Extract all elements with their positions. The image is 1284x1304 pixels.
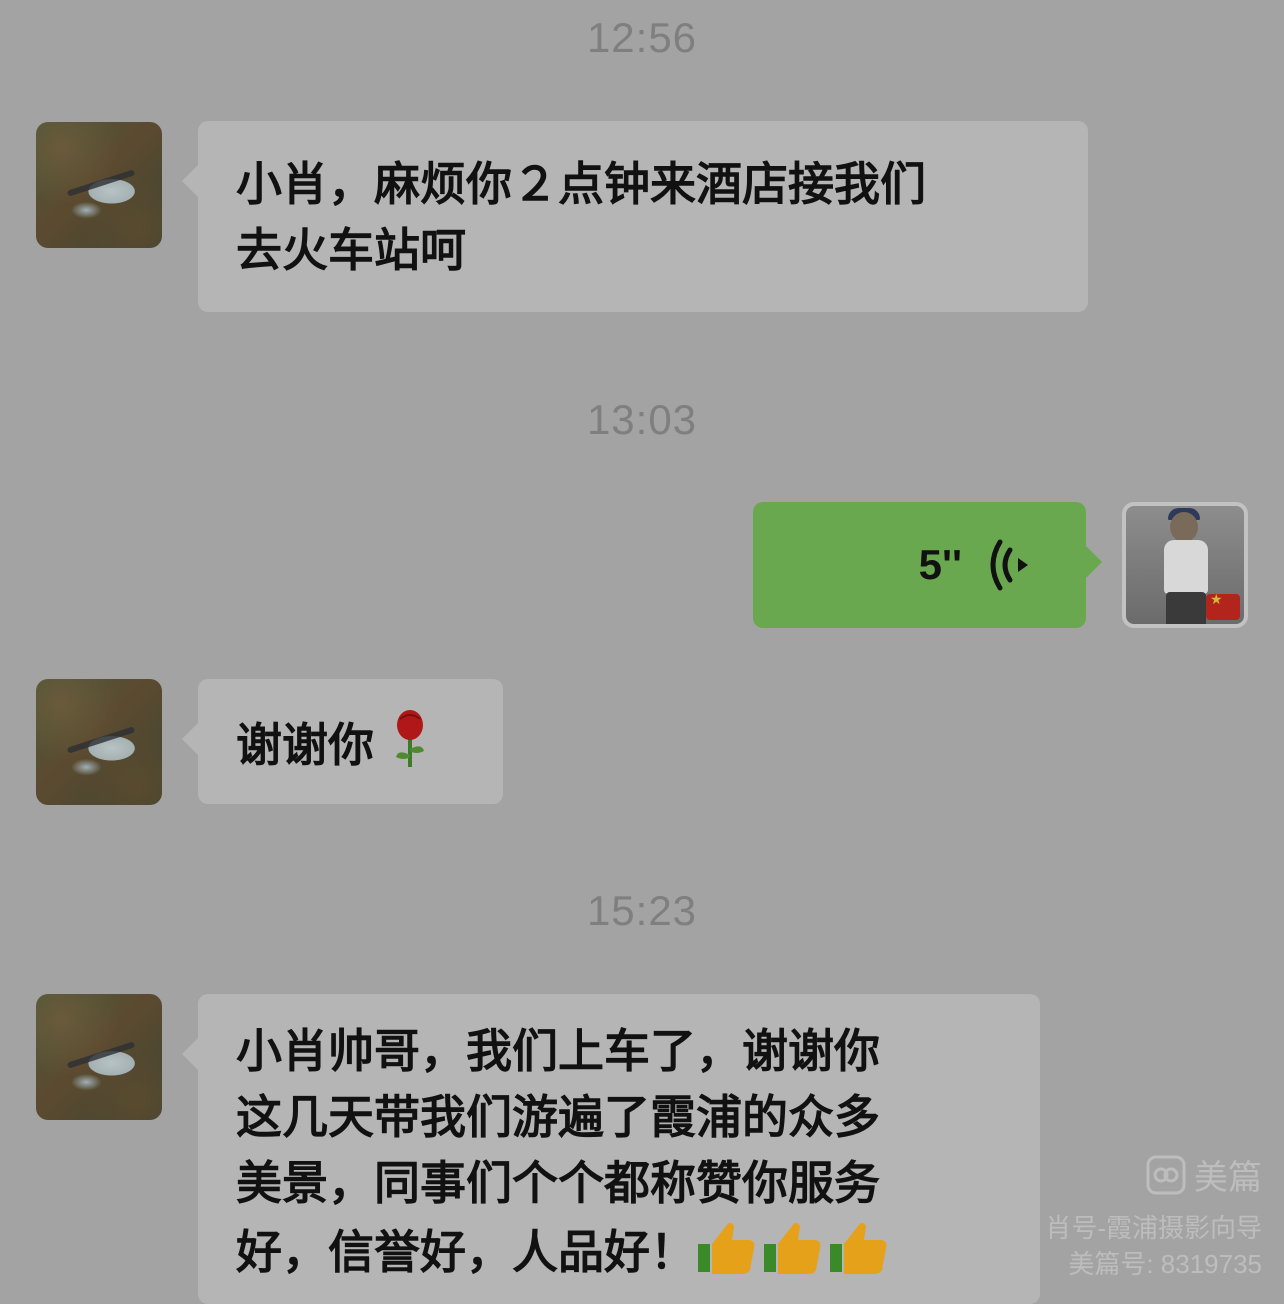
voice-wave-icon [990,539,1028,591]
message-text: 去火车站呵 [236,223,466,277]
watermark-line: 肖号-霞浦摄影向导 [1045,1213,1262,1243]
message-text: 好，信誉好，人品好！ [236,1225,696,1279]
meipian-logo-icon [1146,1155,1186,1194]
message-bubble[interactable]: 谢谢你 [182,679,503,804]
contact-avatar[interactable] [36,994,162,1120]
message-bubble[interactable]: 小肖，麻烦你２点钟来酒店接我们 去火车站呵 [182,121,1088,312]
timestamp: 15:23 [586,887,698,934]
message-text: 谢谢你 [236,718,374,772]
watermark-brand-text: 美篇 [1194,1159,1262,1197]
voice-duration: 5'' [918,541,962,588]
thumbs-up-icon [698,1223,887,1274]
timestamp: 13:03 [586,396,698,443]
message-bubble[interactable]: 小肖帅哥，我们上车了，谢谢你 这几天带我们游遍了霞浦的众多 美景，同事们个个都称… [182,994,1040,1304]
message-text: 这几天带我们游遍了霞浦的众多 [236,1090,880,1144]
china-flag-icon [1206,592,1240,620]
voice-message-bubble[interactable]: 5'' [753,502,1102,628]
message-text: 小肖，麻烦你２点钟来酒店接我们 [236,157,926,211]
message-text: 美景，同事们个个都称赞你服务 [236,1156,880,1210]
timestamp: 12:56 [586,14,698,61]
watermark-brand: 美篇 [1146,1150,1262,1199]
rose-icon [396,710,425,767]
contact-avatar[interactable] [36,122,162,248]
message-text: 小肖帅哥，我们上车了，谢谢你 [236,1024,880,1078]
watermark-line: 美篇号: 8319735 [1068,1249,1262,1279]
self-avatar[interactable] [1122,502,1248,628]
contact-avatar[interactable] [36,679,162,805]
